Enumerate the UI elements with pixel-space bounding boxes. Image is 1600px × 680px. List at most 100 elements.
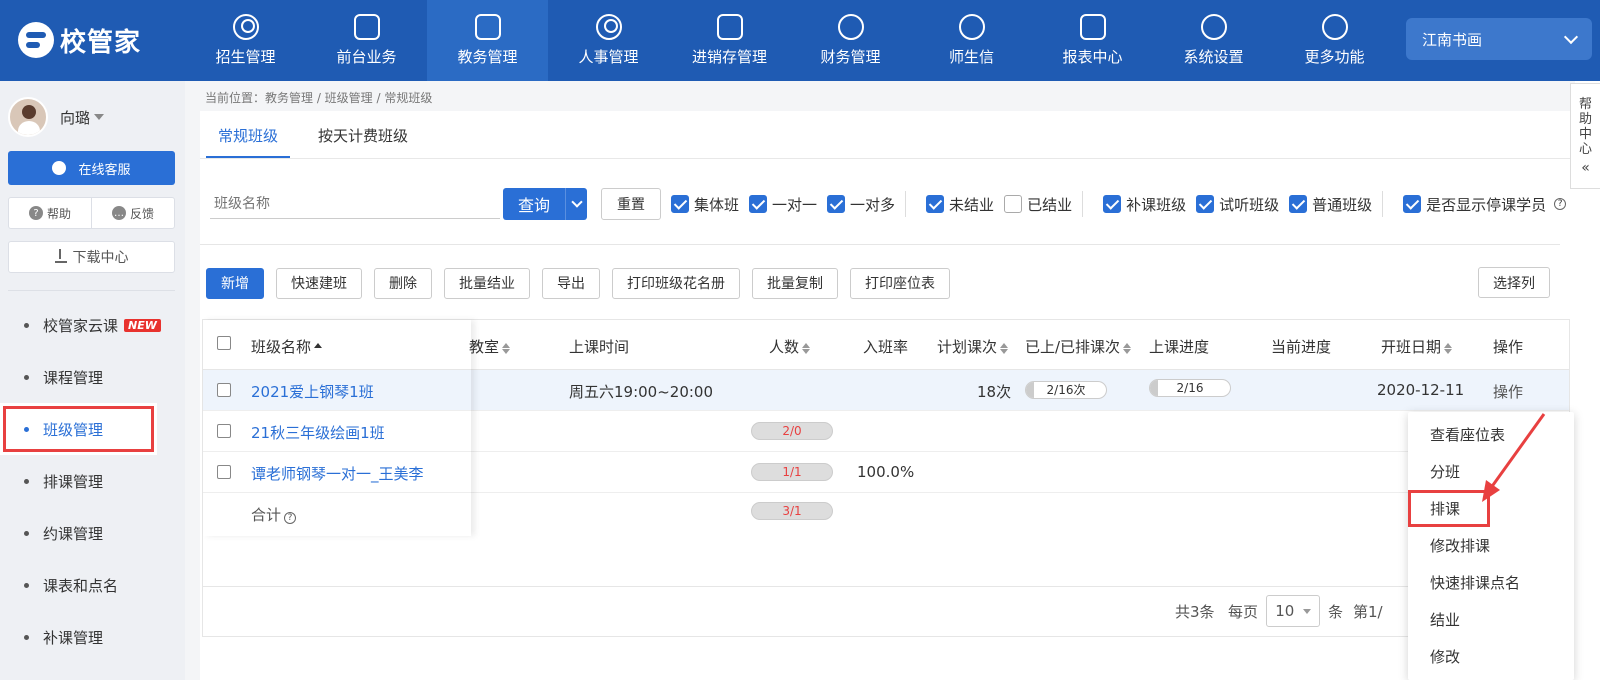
brand-logo[interactable]: 校管家 bbox=[18, 20, 141, 60]
school-selector[interactable]: 江南书画 bbox=[1406, 18, 1592, 60]
row-checkbox[interactable] bbox=[217, 465, 231, 479]
operation-menu-trigger[interactable]: 操作 bbox=[1493, 381, 1523, 402]
menu-item-quick-schedule-rollcall[interactable]: 快速排课点名 bbox=[1408, 564, 1574, 601]
download-center-button[interactable]: 下载中心 bbox=[8, 241, 175, 273]
nav-item-academic[interactable]: 教务管理 bbox=[427, 0, 548, 81]
new-badge: NEW bbox=[124, 318, 161, 332]
sidebar-item-classes[interactable]: 班级管理 bbox=[0, 403, 157, 455]
nav-item-settings[interactable]: 系统设置 bbox=[1153, 0, 1274, 81]
class-name-link[interactable]: 谭老师钢琴一对一_王美李 bbox=[251, 463, 424, 484]
nav-item-front-desk[interactable]: 前台业务 bbox=[306, 0, 427, 81]
class-name-input[interactable] bbox=[210, 189, 500, 219]
nav-item-finance[interactable]: 财务管理 bbox=[790, 0, 911, 81]
sidebar-item-cloud-class[interactable]: 校管家云课 NEW bbox=[0, 299, 185, 351]
header-classroom[interactable]: 教室 bbox=[469, 336, 511, 357]
header-student-count[interactable]: 人数 bbox=[769, 336, 811, 357]
quick-create-class-button[interactable]: 快速建班 bbox=[276, 267, 362, 299]
print-roster-button[interactable]: 打印班级花名册 bbox=[612, 267, 740, 299]
query-dropdown-toggle[interactable] bbox=[565, 188, 587, 220]
username-wrap: 向璐 bbox=[60, 107, 105, 128]
class-name-link[interactable]: 2021爱上钢琴1班 bbox=[251, 381, 374, 402]
batch-copy-button[interactable]: 批量复制 bbox=[752, 267, 838, 299]
menu-item-graduate[interactable]: 结业 bbox=[1408, 601, 1574, 638]
sidebar-item-makeup[interactable]: 补课管理 bbox=[0, 611, 185, 663]
person-icon bbox=[595, 14, 622, 40]
batch-graduate-button[interactable]: 批量结业 bbox=[444, 267, 530, 299]
table-row[interactable]: 2021爱上钢琴1班 周五六19:00~20:00 18次 2/16次 2/16… bbox=[203, 370, 1569, 411]
check-trial-class[interactable]: 试听班级 bbox=[1196, 194, 1279, 215]
export-button[interactable]: 导出 bbox=[542, 267, 600, 299]
checkbox[interactable] bbox=[926, 195, 945, 213]
sidebar-item-courses[interactable]: 课程管理 bbox=[0, 351, 185, 403]
help-char: 助 bbox=[1578, 111, 1592, 127]
nav-label: 前台业务 bbox=[336, 48, 397, 66]
divider bbox=[1082, 191, 1084, 217]
table-header: 班级名称 教室 上课时间 人数 入班率 计划课次 已上/已排课次 上课进度 当前… bbox=[203, 320, 1569, 370]
row-checkbox[interactable] bbox=[217, 424, 231, 438]
checkbox[interactable] bbox=[671, 195, 689, 213]
help-button[interactable]: ? 帮助 bbox=[9, 198, 91, 228]
menu-item-split-class[interactable]: 分班 bbox=[1408, 453, 1574, 490]
class-name-link[interactable]: 21秋三年级绘画1班 bbox=[251, 422, 385, 443]
nav-item-inventory[interactable]: 进销存管理 bbox=[669, 0, 790, 81]
menu-item-edit[interactable]: 修改 bbox=[1408, 638, 1574, 675]
checkbox[interactable] bbox=[1289, 195, 1308, 213]
help-center-tab[interactable]: 帮 助 中 心 « bbox=[1570, 83, 1600, 189]
reset-button[interactable]: 重置 bbox=[601, 188, 661, 220]
table-row[interactable]: 21秋三年级绘画1班 2/0 bbox=[203, 411, 1569, 452]
select-all-checkbox[interactable] bbox=[217, 336, 231, 350]
check-graduated[interactable]: 已结业 bbox=[1004, 194, 1072, 215]
header-start-date[interactable]: 开班日期 bbox=[1381, 336, 1453, 357]
nav-item-reports[interactable]: 报表中心 bbox=[1032, 0, 1153, 81]
nav-item-more[interactable]: 更多功能 bbox=[1274, 0, 1395, 81]
add-button[interactable]: 新增 bbox=[206, 267, 264, 299]
row-checkbox[interactable] bbox=[217, 383, 231, 397]
nav-item-hr[interactable]: 人事管理 bbox=[548, 0, 669, 81]
print-seating-button[interactable]: 打印座位表 bbox=[850, 267, 950, 299]
sidebar-item-scheduling[interactable]: 排课管理 bbox=[0, 455, 185, 507]
check-label: 补课班级 bbox=[1126, 195, 1187, 214]
header-planned-lessons[interactable]: 计划课次 bbox=[937, 336, 1009, 357]
check-one-on-one[interactable]: 一对一 bbox=[749, 194, 817, 215]
chat-icon bbox=[958, 14, 985, 40]
checkbox[interactable] bbox=[827, 195, 846, 213]
check-makeup-class[interactable]: 补课班级 bbox=[1103, 194, 1186, 215]
checkbox[interactable] bbox=[749, 195, 768, 213]
check-not-graduated[interactable]: 未结业 bbox=[926, 194, 994, 215]
check-group-class[interactable]: 集体班 bbox=[671, 194, 739, 215]
checkbox[interactable] bbox=[1004, 195, 1023, 213]
tab-daily-billing-classes[interactable]: 按天计费班级 bbox=[306, 111, 420, 158]
query-button[interactable]: 查询 bbox=[503, 188, 587, 220]
menu-item-view-seating[interactable]: 查看座位表 bbox=[1408, 416, 1574, 453]
tab-regular-classes[interactable]: 常规班级 bbox=[206, 111, 291, 158]
collapse-left-icon[interactable]: « bbox=[1581, 160, 1590, 176]
menu-item-edit-schedule[interactable]: 修改排课 bbox=[1408, 527, 1574, 564]
action-toolbar: 新增 快速建班 删除 批量结业 导出 打印班级花名册 批量复制 打印座位表 选择… bbox=[206, 267, 1556, 299]
nav-item-messages[interactable]: 师生信 bbox=[911, 0, 1032, 81]
select-columns-button[interactable]: 选择列 bbox=[1478, 267, 1550, 298]
page-size-select[interactable]: 10 bbox=[1266, 595, 1320, 627]
delete-button[interactable]: 删除 bbox=[374, 267, 432, 299]
comment-icon: … bbox=[111, 206, 126, 220]
header-class-name[interactable]: 班级名称 bbox=[251, 336, 323, 357]
chevron-down-icon bbox=[1563, 29, 1579, 44]
header-done-scheduled[interactable]: 已上/已排课次 bbox=[1025, 336, 1132, 357]
checkbox[interactable] bbox=[1103, 195, 1122, 213]
question-icon[interactable]: ? bbox=[1554, 198, 1567, 210]
question-icon[interactable]: ? bbox=[284, 512, 297, 524]
bullet-icon bbox=[24, 530, 29, 536]
feedback-button[interactable]: … 反馈 bbox=[91, 198, 174, 228]
check-show-suspended[interactable]: 是否显示停课学员? bbox=[1403, 194, 1567, 215]
table-row[interactable]: 谭老师钢琴一对一_王美李 1/1 100.0% bbox=[203, 452, 1569, 493]
checkbox[interactable] bbox=[1403, 195, 1422, 213]
check-normal-class[interactable]: 普通班级 bbox=[1289, 194, 1372, 215]
sidebar-item-booking[interactable]: 约课管理 bbox=[0, 507, 185, 559]
sidebar-item-timetable[interactable]: 课表和点名 bbox=[0, 559, 185, 611]
check-one-to-many[interactable]: 一对多 bbox=[827, 194, 895, 215]
check-label: 普通班级 bbox=[1312, 195, 1373, 214]
user-profile[interactable]: 向璐 bbox=[8, 97, 105, 137]
nav-item-enrollment[interactable]: 招生管理 bbox=[185, 0, 306, 81]
online-service-button[interactable]: 在线客服 bbox=[8, 151, 175, 185]
menu-item-schedule[interactable]: 排课 bbox=[1408, 490, 1490, 527]
checkbox[interactable] bbox=[1196, 195, 1215, 213]
